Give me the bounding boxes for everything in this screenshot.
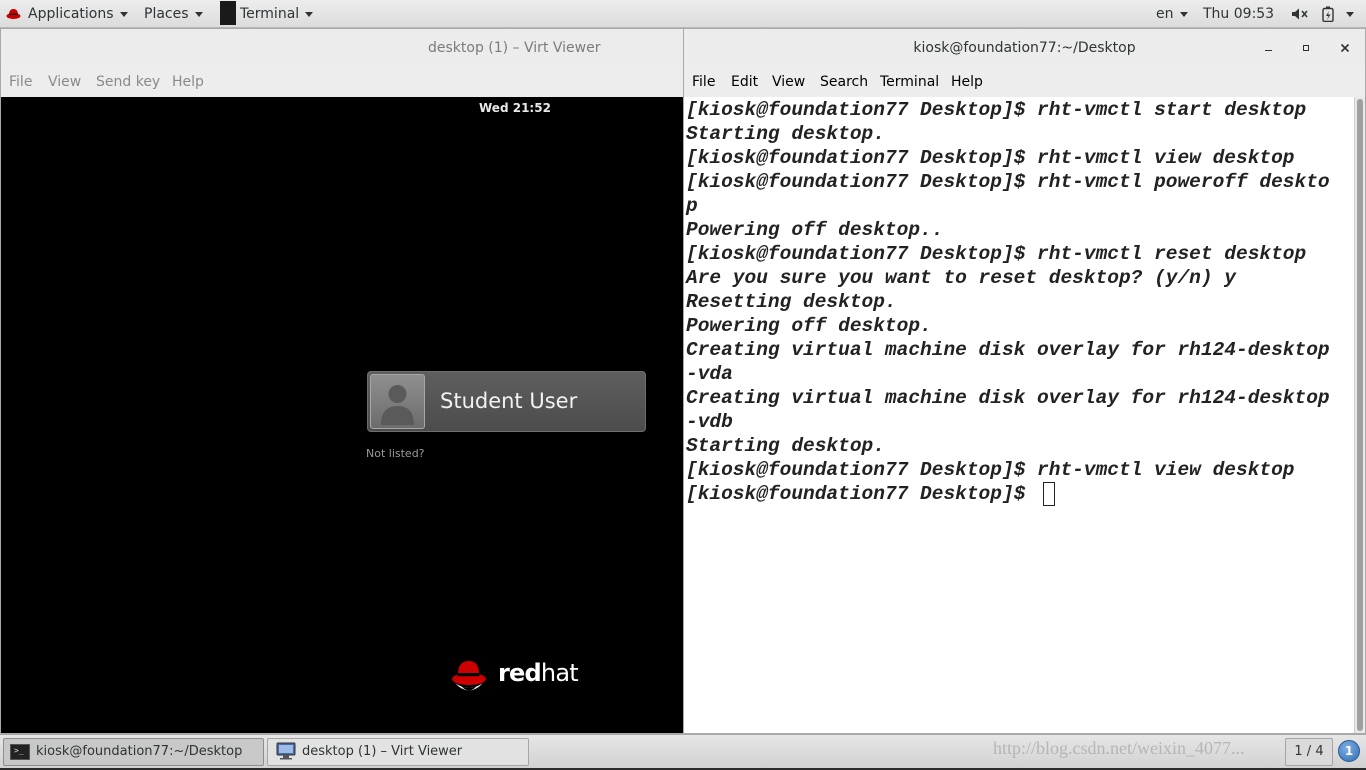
active-app-label: Terminal bbox=[240, 6, 300, 22]
terminal-line: [kiosk@foundation77 Desktop]$ rht-vmctl … bbox=[686, 99, 1307, 121]
chevron-down-icon bbox=[1179, 11, 1188, 17]
terminal-line: [kiosk@foundation77 Desktop]$ rht-vmctl … bbox=[686, 171, 1330, 193]
virt-viewer-window: desktop (1) – Virt Viewer File View Send… bbox=[0, 28, 684, 734]
not-listed-link[interactable]: Not listed? bbox=[366, 447, 425, 460]
chevron-down-icon bbox=[1346, 11, 1354, 17]
places-menu[interactable]: Places bbox=[144, 0, 203, 28]
terminal-cursor bbox=[1043, 482, 1055, 506]
user-login-button[interactable]: Student User bbox=[367, 371, 646, 432]
workspace-switcher[interactable]: 1 / 4 bbox=[1285, 738, 1333, 766]
watermark-text: http://blog.csdn.net/weixin_4077... bbox=[993, 738, 1245, 758]
terminal-line: Creating virtual machine disk overlay fo… bbox=[686, 387, 1330, 409]
term-menu-view[interactable]: View bbox=[772, 67, 805, 97]
chevron-down-icon bbox=[305, 11, 314, 17]
applications-menu[interactable]: Applications bbox=[6, 0, 128, 28]
virt-viewer-title: desktop (1) – Virt Viewer bbox=[428, 40, 601, 56]
applications-label: Applications bbox=[28, 6, 114, 22]
redhat-wordmark-red: red bbox=[498, 659, 542, 687]
user-avatar-icon bbox=[370, 374, 425, 429]
terminal-output[interactable]: [kiosk@foundation77 Desktop]$ rht-vmctl … bbox=[684, 97, 1354, 733]
term-menu-search[interactable]: Search bbox=[820, 67, 868, 97]
term-menu-terminal[interactable]: Terminal bbox=[880, 67, 939, 97]
clock[interactable]: Thu 09:53 bbox=[1203, 0, 1274, 28]
terminal-line: Creating virtual machine disk overlay fo… bbox=[686, 339, 1330, 361]
term-menu-edit[interactable]: Edit bbox=[731, 67, 758, 97]
chevron-down-icon bbox=[119, 11, 128, 17]
terminal-line: [kiosk@foundation77 Desktop]$ rht-vmctl … bbox=[686, 459, 1295, 481]
terminal-line: Starting desktop. bbox=[686, 435, 885, 457]
scrollbar-thumb[interactable] bbox=[1357, 99, 1363, 731]
terminal-line: [kiosk@foundation77 Desktop]$ rht-vmctl … bbox=[686, 243, 1307, 265]
virt-viewer-titlebar[interactable]: desktop (1) – Virt Viewer bbox=[1, 29, 683, 67]
redhat-shadowman-icon bbox=[452, 661, 486, 691]
terminal-line: Powering off desktop.. bbox=[686, 219, 944, 241]
terminal-line: Resetting desktop. bbox=[686, 291, 897, 313]
terminal-line: p bbox=[686, 195, 698, 217]
redhat-wordmark-hat: hat bbox=[540, 659, 579, 687]
user-name: Student User bbox=[440, 389, 578, 413]
terminal-line: Are you sure you want to reset desktop? … bbox=[686, 267, 1236, 289]
virt-viewer-icon bbox=[276, 742, 296, 760]
terminal-prompt-line: [kiosk@foundation77 Desktop]$ bbox=[686, 483, 1038, 505]
task-virt-viewer[interactable]: desktop (1) – Virt Viewer bbox=[267, 738, 529, 766]
terminal-icon bbox=[220, 1, 236, 25]
virt-viewer-menubar: File View Send key Help bbox=[1, 67, 683, 97]
active-app-menu[interactable]: Terminal bbox=[220, 0, 314, 28]
language-label: en bbox=[1156, 6, 1174, 22]
top-panel: Applications Places Terminal en Thu 09:5… bbox=[0, 0, 1366, 28]
bottom-taskbar: >_ kiosk@foundation77:~/Desktop desktop … bbox=[0, 734, 1366, 768]
power-menu[interactable] bbox=[1346, 0, 1354, 28]
redhat-logo: redhat bbox=[449, 657, 579, 695]
task-virt-viewer-label: desktop (1) – Virt Viewer bbox=[302, 744, 463, 759]
terminal-line: Starting desktop. bbox=[686, 123, 885, 145]
terminal-titlebar[interactable]: kiosk@foundation77:~/Desktop bbox=[684, 29, 1365, 67]
workspace-label: 1 / 4 bbox=[1294, 744, 1324, 759]
volume-muted-icon[interactable] bbox=[1291, 0, 1309, 28]
terminal-menubar: File Edit View Search Terminal Help bbox=[684, 67, 1365, 97]
battery-icon[interactable] bbox=[1321, 0, 1335, 28]
chevron-down-icon bbox=[194, 11, 203, 17]
places-label: Places bbox=[144, 6, 189, 22]
virt-menu-view[interactable]: View bbox=[48, 67, 81, 97]
guest-clock: Wed 21:52 bbox=[479, 101, 551, 115]
terminal-line: -vda bbox=[686, 363, 733, 385]
notification-count: 1 bbox=[1344, 744, 1354, 758]
terminal-scrollbar[interactable] bbox=[1354, 97, 1364, 733]
terminal-line: -vdb bbox=[686, 411, 733, 433]
maximize-icon[interactable] bbox=[1291, 29, 1321, 67]
task-terminal[interactable]: >_ kiosk@foundation77:~/Desktop bbox=[3, 738, 264, 766]
virt-menu-file[interactable]: File bbox=[9, 67, 32, 97]
terminal-icon: >_ bbox=[10, 744, 30, 760]
terminal-line: [kiosk@foundation77 Desktop]$ rht-vmctl … bbox=[686, 147, 1295, 169]
vm-display[interactable]: Wed 21:52 Student User Not listed? redha… bbox=[1, 97, 683, 733]
term-menu-help[interactable]: Help bbox=[951, 67, 983, 97]
redhat-fedora-icon bbox=[6, 9, 21, 19]
terminal-window: kiosk@foundation77:~/Desktop File Edit V… bbox=[683, 28, 1366, 734]
close-icon[interactable] bbox=[1330, 29, 1360, 67]
minimize-icon[interactable] bbox=[1253, 29, 1283, 67]
task-terminal-label: kiosk@foundation77:~/Desktop bbox=[36, 744, 243, 759]
term-menu-file[interactable]: File bbox=[692, 67, 715, 97]
virt-menu-help[interactable]: Help bbox=[172, 67, 204, 97]
notification-icon[interactable]: 1 bbox=[1338, 740, 1360, 762]
virt-menu-send-key[interactable]: Send key bbox=[96, 67, 160, 97]
terminal-line: Powering off desktop. bbox=[686, 315, 932, 337]
language-selector[interactable]: en bbox=[1156, 0, 1188, 28]
